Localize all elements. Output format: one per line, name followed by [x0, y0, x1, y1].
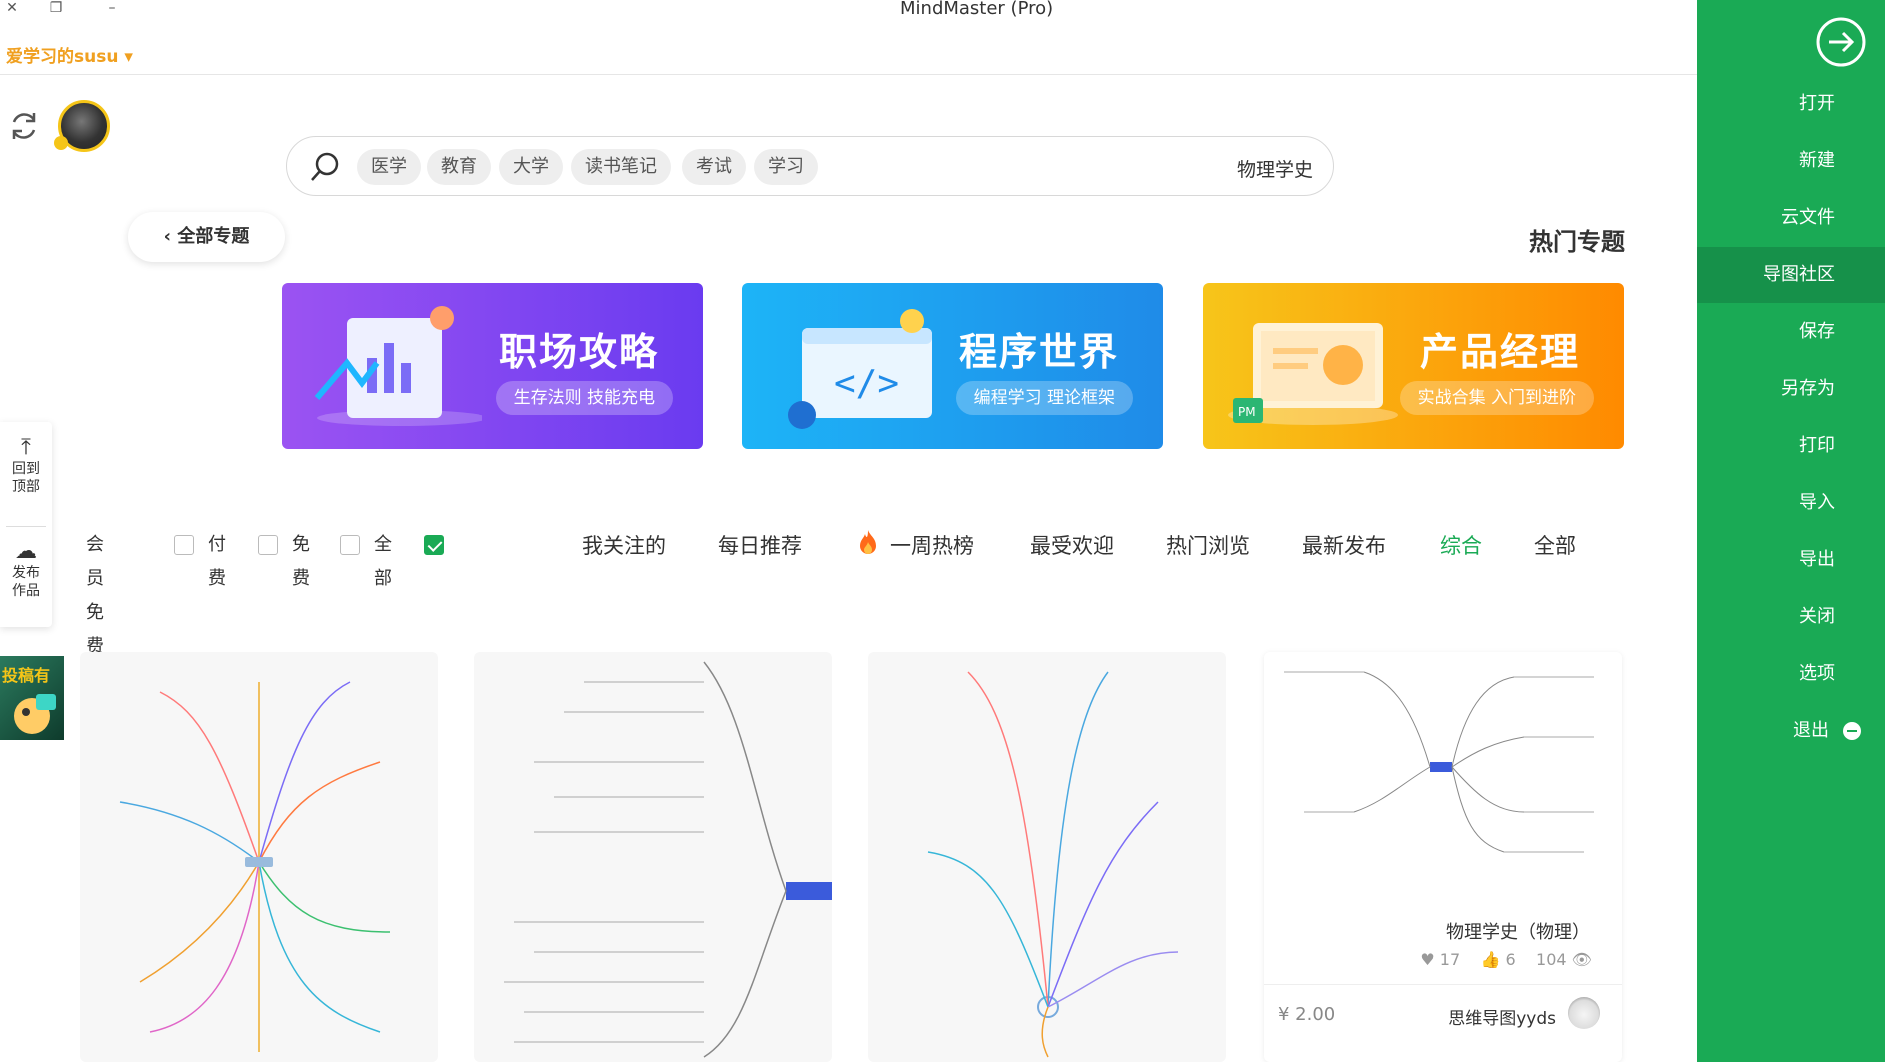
- sidebar-item-export[interactable]: 导出: [1697, 532, 1885, 588]
- mindmap-card[interactable]: [80, 652, 438, 1062]
- divider: [0, 74, 1697, 75]
- restore-window-icon[interactable]: ❐: [44, 0, 68, 16]
- banner-title: 职场攻略: [498, 330, 659, 374]
- checkbox[interactable]: [340, 535, 360, 555]
- mindmap-card[interactable]: 物理学史（物理） ♥ 17 👍 6 104 👁 ¥ 2.00 思维导图yyds: [1264, 652, 1622, 1062]
- divider: [1264, 984, 1622, 985]
- username[interactable]: 爱学习的susu ▾: [6, 42, 133, 67]
- tab-following[interactable]: 我关注的: [582, 530, 666, 560]
- mindmap-card[interactable]: [474, 652, 832, 1062]
- sync-icon[interactable]: [6, 108, 42, 144]
- banner-product-manager[interactable]: PM 产品经理 实战合集 入门到进阶: [1203, 283, 1624, 449]
- mindmap-thumbnail: [119, 681, 391, 1052]
- like-icon: 👍: [1480, 950, 1506, 969]
- mindmap-thumbnail: [504, 661, 832, 1058]
- promo-badge[interactable]: 投稿有: [0, 656, 64, 740]
- filter-free[interactable]: 免费: [292, 528, 310, 589]
- checkbox[interactable]: [174, 535, 194, 555]
- filter-paid[interactable]: 付费: [208, 528, 226, 589]
- section-title: 热门专题: [1529, 228, 1625, 256]
- sidebar-item-save-as[interactable]: 另存为: [1697, 361, 1885, 417]
- laptop-chart-icon: PM: [1228, 323, 1398, 425]
- banner-subtitle: 生存法则 技能充电: [495, 381, 673, 415]
- search-tag[interactable]: 医学: [357, 149, 421, 185]
- report-chart-icon: [314, 306, 482, 426]
- sidebar-item-community[interactable]: 导图社区: [1697, 247, 1885, 303]
- svg-text:PM: PM: [1238, 405, 1256, 419]
- sidebar-item-import[interactable]: 导入: [1697, 475, 1885, 531]
- checkbox[interactable]: [258, 535, 278, 555]
- filter-all[interactable]: 全部: [374, 528, 392, 589]
- search-icon[interactable]: [307, 149, 343, 185]
- tab-comprehensive[interactable]: 综合: [1440, 530, 1482, 560]
- sidebar-item-new[interactable]: 新建: [1697, 133, 1885, 189]
- tab-weekly-hot[interactable]: 一周热榜: [890, 530, 974, 560]
- banner-title: 程序世界: [958, 330, 1119, 374]
- tab-latest[interactable]: 最新发布: [1302, 530, 1386, 560]
- close-window-icon[interactable]: ✕: [0, 0, 24, 16]
- svg-text:</>: </>: [834, 363, 899, 404]
- sidebar-item-exit[interactable]: 退出: [1697, 703, 1885, 759]
- chevron-left-icon: ‹: [163, 226, 178, 247]
- banner-title: 产品经理: [1419, 330, 1580, 374]
- mindmap-thumbnail: [1284, 671, 1594, 853]
- minimize-window-icon[interactable]: –: [100, 0, 124, 16]
- app-title: MindMaster (Pro): [900, 0, 1054, 19]
- promo-illustration-icon: [14, 694, 56, 734]
- search-tag[interactable]: 考试: [682, 149, 746, 185]
- title-bar: ✕ ❐ – MindMaster (Pro): [0, 0, 1697, 20]
- card-price: ¥ 2.00: [1278, 1004, 1336, 1025]
- tab-daily-recommend[interactable]: 每日推荐: [718, 530, 802, 560]
- filter-member-free[interactable]: 会员免费: [86, 528, 104, 657]
- favorite-icon: ♥: [1420, 950, 1440, 969]
- author-avatar[interactable]: [1568, 997, 1600, 1029]
- card-author[interactable]: 思维导图yyds: [1448, 1004, 1556, 1029]
- mindmap-thumbnail: [927, 671, 1179, 1058]
- fire-icon: [860, 530, 876, 554]
- search-tag[interactable]: 读书笔记: [571, 149, 671, 185]
- code-window-icon: </>: [788, 309, 932, 429]
- banner-subtitle: 编程学习 理论框架: [955, 381, 1133, 415]
- tab-all[interactable]: 全部: [1534, 530, 1576, 560]
- card-stats: ♥ 17 👍 6 104 👁: [1420, 950, 1592, 969]
- banner-subtitle: 实战合集 入门到进阶: [1399, 381, 1594, 415]
- search-tag[interactable]: 学习: [754, 149, 818, 185]
- arrow-right-circle-icon[interactable]: [1815, 16, 1867, 68]
- mindmap-card[interactable]: [868, 652, 1226, 1062]
- search-bar[interactable]: 医学 教育 大学 读书笔记 考试 学习: [286, 136, 1334, 196]
- sidebar-item-open[interactable]: 打开: [1697, 76, 1885, 132]
- floating-toolbar: ⤒ 回到顶部 ☁ 发布作品: [0, 422, 52, 627]
- eye-icon: 👁: [1566, 950, 1592, 969]
- minus-circle-icon: [1843, 722, 1861, 740]
- sidebar-item-cloud-files[interactable]: 云文件: [1697, 190, 1885, 246]
- tab-most-popular[interactable]: 最受欢迎: [1030, 530, 1114, 560]
- divider: [6, 526, 46, 527]
- tab-hot-views[interactable]: 热门浏览: [1166, 530, 1250, 560]
- search-input[interactable]: [1011, 149, 1315, 187]
- sidebar-item-options[interactable]: 选项: [1697, 646, 1885, 702]
- publish-button[interactable]: ☁ 发布作品: [0, 540, 52, 600]
- banner-programming[interactable]: </> 程序世界 编程学习 理论框架: [742, 283, 1163, 449]
- sidebar-item-close[interactable]: 关闭: [1697, 589, 1885, 645]
- arrow-up-icon: ⤒: [21, 435, 31, 460]
- vip-badge-icon: [54, 136, 68, 150]
- back-to-top-button[interactable]: ⤒ 回到顶部: [0, 436, 52, 496]
- sidebar-item-save[interactable]: 保存: [1697, 304, 1885, 360]
- all-topics-button[interactable]: ‹ 全部专题: [128, 212, 285, 262]
- search-tag[interactable]: 教育: [427, 149, 491, 185]
- cloud-upload-icon: ☁: [15, 539, 37, 564]
- search-tag[interactable]: 大学: [499, 149, 563, 185]
- sidebar-menu: 打开 新建 云文件 导图社区 保存 另存为 打印 导入 导出 关闭 选项 退出: [1697, 0, 1885, 1062]
- card-title[interactable]: 物理学史（物理）: [1446, 918, 1590, 944]
- banner-workplace[interactable]: 职场攻略 生存法则 技能充电: [282, 283, 703, 449]
- sidebar-item-print[interactable]: 打印: [1697, 418, 1885, 474]
- checkbox-checked[interactable]: [424, 535, 444, 555]
